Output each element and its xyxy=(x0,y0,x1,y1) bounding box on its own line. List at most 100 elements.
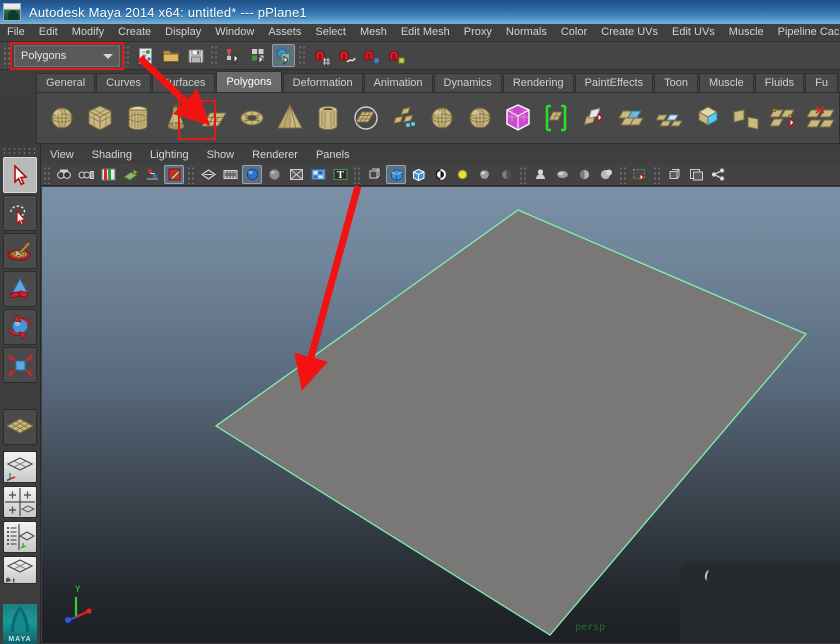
poly-boolean-button[interactable] xyxy=(499,98,537,138)
poly-plane-button[interactable] xyxy=(195,98,233,138)
shelf-tab-dynamics[interactable]: Dynamics xyxy=(433,73,502,92)
shelf-tab-muscle[interactable]: Muscle xyxy=(698,73,754,92)
depth-of-field-button[interactable] xyxy=(596,165,616,184)
shelf-tab-curves[interactable]: Curves xyxy=(96,73,151,92)
texture-shading-button[interactable] xyxy=(430,165,450,184)
rotate-tool[interactable] xyxy=(3,309,37,345)
shelf-tab-fluids[interactable]: Fluids xyxy=(754,73,805,92)
poly-pyramid-button[interactable] xyxy=(271,98,309,138)
menu-proxy[interactable]: Proxy xyxy=(457,24,499,41)
wireframe-shading-button[interactable] xyxy=(364,165,384,184)
xray-button[interactable] xyxy=(664,165,684,184)
render-settings-button[interactable] xyxy=(286,165,306,184)
snap-to-projected-button[interactable] xyxy=(385,44,408,67)
text-overlay-button[interactable]: T xyxy=(330,165,350,184)
poly-append-button[interactable] xyxy=(765,98,803,138)
film-gate-button[interactable] xyxy=(220,165,240,184)
grease-pencil-button[interactable] xyxy=(164,165,184,184)
menu-mesh[interactable]: Mesh xyxy=(353,24,394,41)
isolate-select-button[interactable] xyxy=(630,165,650,184)
viewport-toolbar-grip[interactable] xyxy=(43,165,51,184)
shelf-tab-animation[interactable]: Animation xyxy=(363,73,433,92)
smooth-shade-all-button[interactable] xyxy=(386,165,406,184)
ipr-render-button[interactable] xyxy=(264,165,284,184)
viewport-menu-renderer[interactable]: Renderer xyxy=(243,146,307,164)
menu-display[interactable]: Display xyxy=(158,24,208,41)
viewport-menu-shading[interactable]: Shading xyxy=(83,146,141,164)
image-plane-button[interactable] xyxy=(120,165,140,184)
poly-cylinder-button[interactable] xyxy=(119,98,157,138)
menu-set-dropdown[interactable]: Polygons xyxy=(14,44,120,67)
menu-color[interactable]: Color xyxy=(554,24,594,41)
camera-attributes-button[interactable] xyxy=(76,165,96,184)
move-tool[interactable] xyxy=(3,271,37,307)
lasso-select-tool[interactable] xyxy=(3,195,37,231)
poly-mirror-button[interactable] xyxy=(613,98,651,138)
menu-edit-uvs[interactable]: Edit UVs xyxy=(665,24,722,41)
poly-pipe-button[interactable] xyxy=(309,98,347,138)
snap-to-curve-button[interactable] xyxy=(335,44,358,67)
shelf-tab-rendering[interactable]: Rendering xyxy=(502,73,574,92)
select-by-component-button[interactable] xyxy=(272,44,295,67)
scale-tool[interactable] xyxy=(3,347,37,383)
menu-pipeline-cache[interactable]: Pipeline Cache xyxy=(771,24,840,41)
poly-extract-button[interactable] xyxy=(575,98,613,138)
select-tool[interactable] xyxy=(3,157,37,193)
select-camera-button[interactable] xyxy=(54,165,74,184)
quick-layout-outliner-persp[interactable] xyxy=(3,521,37,553)
share-nodes-button[interactable] xyxy=(708,165,728,184)
poly-bevel-button[interactable] xyxy=(689,98,727,138)
shelf-tab-general[interactable]: General xyxy=(36,73,96,92)
multisample-button[interactable] xyxy=(574,165,594,184)
status-line-grip[interactable] xyxy=(2,43,11,68)
menu-create[interactable]: Create xyxy=(111,24,158,41)
poly-split-button[interactable] xyxy=(803,98,839,138)
quick-layout-single-persp[interactable] xyxy=(3,451,37,483)
poly-cone-button[interactable] xyxy=(157,98,195,138)
xray-joints-button[interactable] xyxy=(686,165,706,184)
menu-file[interactable]: File xyxy=(0,24,32,41)
bookmark-button[interactable] xyxy=(98,165,118,184)
snap-to-point-button[interactable] xyxy=(360,44,383,67)
shelf-tab-polygons[interactable]: Polygons xyxy=(216,71,282,92)
screen-space-ao-button[interactable] xyxy=(530,165,550,184)
shelf-tab-toon[interactable]: Toon xyxy=(654,73,698,92)
exposure-button[interactable] xyxy=(308,165,328,184)
open-scene-button[interactable] xyxy=(159,44,182,67)
viewport-menu-show[interactable]: Show xyxy=(198,146,244,164)
poly-combine-button[interactable] xyxy=(537,98,575,138)
menu-edit-mesh[interactable]: Edit Mesh xyxy=(394,24,457,41)
menu-select[interactable]: Select xyxy=(308,24,353,41)
resolution-gate-button[interactable] xyxy=(198,165,218,184)
quick-layout-hypergraph-persp[interactable] xyxy=(3,556,37,584)
poly-bridge-button[interactable] xyxy=(727,98,765,138)
menu-assets[interactable]: Assets xyxy=(261,24,308,41)
select-by-hierarchy-button[interactable] xyxy=(222,44,245,67)
poly-soccerball-button[interactable] xyxy=(423,98,461,138)
new-scene-button[interactable] xyxy=(134,44,157,67)
use-all-lights-button[interactable] xyxy=(474,165,494,184)
quick-layout-four-view[interactable] xyxy=(3,486,37,518)
tool-box-grip[interactable] xyxy=(2,147,38,155)
shadows-button[interactable] xyxy=(496,165,516,184)
shelf-tab-surfaces[interactable]: Surfaces xyxy=(151,73,216,92)
poly-sphere-button[interactable] xyxy=(43,98,81,138)
perspective-viewport[interactable]: persp Y xyxy=(42,187,840,643)
menu-create-uvs[interactable]: Create UVs xyxy=(594,24,665,41)
shelf-tab-fur[interactable]: Fu xyxy=(805,73,838,92)
menu-edit[interactable]: Edit xyxy=(32,24,65,41)
last-tool-button[interactable] xyxy=(3,409,37,445)
paint-select-tool[interactable] xyxy=(3,233,37,269)
poly-torus-button[interactable] xyxy=(233,98,271,138)
poly-smooth-button[interactable] xyxy=(651,98,689,138)
render-region-button[interactable] xyxy=(242,165,262,184)
menu-window[interactable]: Window xyxy=(208,24,261,41)
poly-helix-button[interactable] xyxy=(385,98,423,138)
viewport-menu-panels[interactable]: Panels xyxy=(307,146,359,164)
snap-to-grid-button[interactable] xyxy=(310,44,333,67)
two-dimensional-pan-zoom-button[interactable] xyxy=(142,165,162,184)
menu-modify[interactable]: Modify xyxy=(65,24,111,41)
poly-cube-button[interactable] xyxy=(81,98,119,138)
poly-platonic-button[interactable] xyxy=(461,98,499,138)
menu-muscle[interactable]: Muscle xyxy=(722,24,771,41)
